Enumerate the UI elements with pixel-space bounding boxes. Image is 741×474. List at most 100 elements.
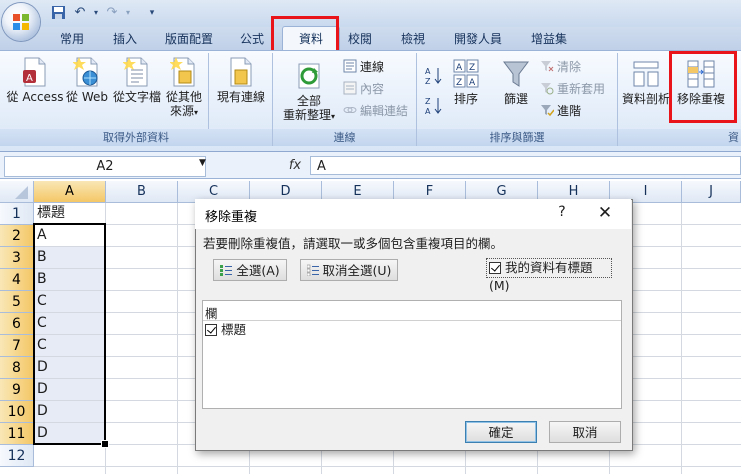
gridline xyxy=(177,203,178,474)
select-all-triangle-icon xyxy=(15,186,28,199)
undo-icon[interactable]: ↶ xyxy=(72,5,88,21)
tab-addins[interactable]: 增益集 xyxy=(522,30,576,48)
checkbox-checked-icon xyxy=(489,262,501,274)
highlight-remove-duplicates xyxy=(669,51,737,123)
dropdown-arrow-icon: ▾ xyxy=(194,108,199,117)
ok-button[interactable]: 確定 xyxy=(465,421,537,443)
redo-dropdown-icon[interactable]: ▾ xyxy=(120,5,136,21)
tab-insert[interactable]: 插入 xyxy=(105,30,145,48)
tab-home[interactable]: 常用 xyxy=(52,30,92,48)
save-icon[interactable] xyxy=(50,5,66,21)
row-header-4[interactable]: 4 xyxy=(0,269,34,291)
select-all-corner[interactable] xyxy=(0,181,34,203)
column-item-title[interactable]: 標題 xyxy=(205,321,246,339)
tab-page-layout[interactable]: 版面配置 xyxy=(158,30,220,48)
redo-icon[interactable]: ↷ xyxy=(104,5,120,21)
row-header-2[interactable]: 2 xyxy=(0,225,34,247)
cell-a12[interactable] xyxy=(35,445,105,466)
row-header-10[interactable]: 10 xyxy=(0,401,34,423)
sort-za-icon: ZA xyxy=(425,97,442,116)
row-header-9[interactable]: 9 xyxy=(0,379,34,401)
svg-text:Z: Z xyxy=(469,63,475,73)
cell-a1[interactable]: 標題 xyxy=(35,203,105,224)
tab-formulas[interactable]: 公式 xyxy=(232,30,272,48)
tab-developer[interactable]: 開發人員 xyxy=(446,30,510,48)
advanced-filter-icon xyxy=(541,105,554,117)
filter-funnel-icon xyxy=(503,61,529,87)
sort-descending-button[interactable]: ZA xyxy=(425,96,445,116)
text-file-icon xyxy=(123,57,148,87)
has-headers-checkbox[interactable]: 我的資料有標題(M) xyxy=(486,258,612,293)
advanced-filter-button[interactable]: 進階 xyxy=(540,102,581,120)
reapply-button[interactable]: 重新套用 xyxy=(540,80,605,98)
svg-text:A: A xyxy=(469,78,476,88)
properties-button[interactable]: 內容 xyxy=(343,80,384,98)
sort-az-icon: AZ xyxy=(425,67,442,86)
clear-filter-button[interactable]: 清除 xyxy=(540,58,581,76)
svg-text:Z: Z xyxy=(425,97,431,106)
close-button[interactable]: ✕ xyxy=(592,202,618,224)
svg-text:A: A xyxy=(456,63,463,73)
gridline xyxy=(681,203,682,474)
dialog-instruction: 若要刪除重複值，請選取一或多個包含重複項目的欄。 xyxy=(203,236,504,251)
svg-text:Z: Z xyxy=(425,77,431,86)
from-other-sources-button[interactable]: 從其他 來源▾ xyxy=(163,56,205,120)
svg-text:A: A xyxy=(26,73,33,84)
column-header-b[interactable]: B xyxy=(106,181,178,203)
svg-text:A: A xyxy=(425,107,431,116)
edit-links-button[interactable]: 編輯連結 xyxy=(343,102,408,120)
column-header-j[interactable]: J xyxy=(682,181,741,203)
web-globe-icon xyxy=(73,57,98,87)
row-header-11[interactable]: 11 xyxy=(0,423,34,445)
svg-text:A: A xyxy=(425,67,431,76)
connections-button[interactable]: 連線 xyxy=(343,58,384,76)
text-to-columns-button[interactable]: 資料剖析 xyxy=(622,58,670,106)
row-header-1[interactable]: 1 xyxy=(0,203,34,225)
tab-review[interactable]: 校閱 xyxy=(340,30,380,48)
existing-connections-button[interactable]: 現有連線 xyxy=(213,56,269,104)
list-divider xyxy=(203,320,621,321)
select-all-button[interactable]: 全選(A) xyxy=(213,259,287,281)
customize-qat-icon[interactable]: ▾ xyxy=(144,5,160,21)
insert-function-button[interactable]: fx xyxy=(282,156,308,175)
fill-handle[interactable] xyxy=(101,440,109,448)
row-header-5[interactable]: 5 xyxy=(0,291,34,313)
row-header-8[interactable]: 8 xyxy=(0,357,34,379)
name-box-dropdown-icon[interactable]: ▼ xyxy=(199,158,206,168)
row-header-3[interactable]: 3 xyxy=(0,247,34,269)
from-access-button[interactable]: A 從 Access xyxy=(6,56,64,104)
group-label-data-tools: 資 xyxy=(618,129,741,146)
from-web-button[interactable]: 從 Web xyxy=(64,56,110,104)
other-sources-icon xyxy=(170,57,195,87)
sort-ascending-button[interactable]: AZ xyxy=(425,66,445,86)
group-label-connections: 連線 xyxy=(273,129,416,146)
sort-button[interactable]: A Z Z A 排序 xyxy=(450,58,482,106)
dropdown-arrow-icon: ▾ xyxy=(331,112,336,121)
refresh-all-button[interactable]: 全部 重新整理▾ xyxy=(278,60,340,124)
text-to-columns-icon xyxy=(633,61,659,87)
svg-text:Z: Z xyxy=(456,78,462,88)
sort-dialog-icon: A Z Z A xyxy=(453,59,479,88)
group-label-sort-filter: 排序與篩選 xyxy=(417,129,617,146)
from-text-button[interactable]: 從文字檔 xyxy=(110,56,164,104)
tab-view[interactable]: 檢視 xyxy=(393,30,433,48)
unselect-all-button[interactable]: 取消全選(U) xyxy=(300,259,398,281)
name-box[interactable]: A2 xyxy=(4,156,206,177)
filter-button[interactable]: 篩選 xyxy=(500,58,532,106)
formula-input[interactable]: A xyxy=(310,156,741,175)
help-button[interactable]: ? xyxy=(553,204,571,222)
properties-icon xyxy=(343,81,357,95)
clear-filter-icon xyxy=(541,61,554,72)
cancel-button[interactable]: 取消 xyxy=(549,421,621,443)
office-logo-icon xyxy=(13,14,29,30)
row-header-7[interactable]: 7 xyxy=(0,335,34,357)
row-header-12[interactable]: 12 xyxy=(0,445,34,467)
columns-list[interactable] xyxy=(202,300,622,409)
access-icon: A xyxy=(23,57,46,87)
row-header-6[interactable]: 6 xyxy=(0,313,34,335)
undo-dropdown-icon[interactable]: ▾ xyxy=(88,5,104,21)
column-header-a[interactable]: A xyxy=(34,181,106,203)
office-button[interactable] xyxy=(2,3,40,41)
group-label-get-external: 取得外部資料 xyxy=(0,129,272,146)
refresh-icon xyxy=(298,63,320,89)
